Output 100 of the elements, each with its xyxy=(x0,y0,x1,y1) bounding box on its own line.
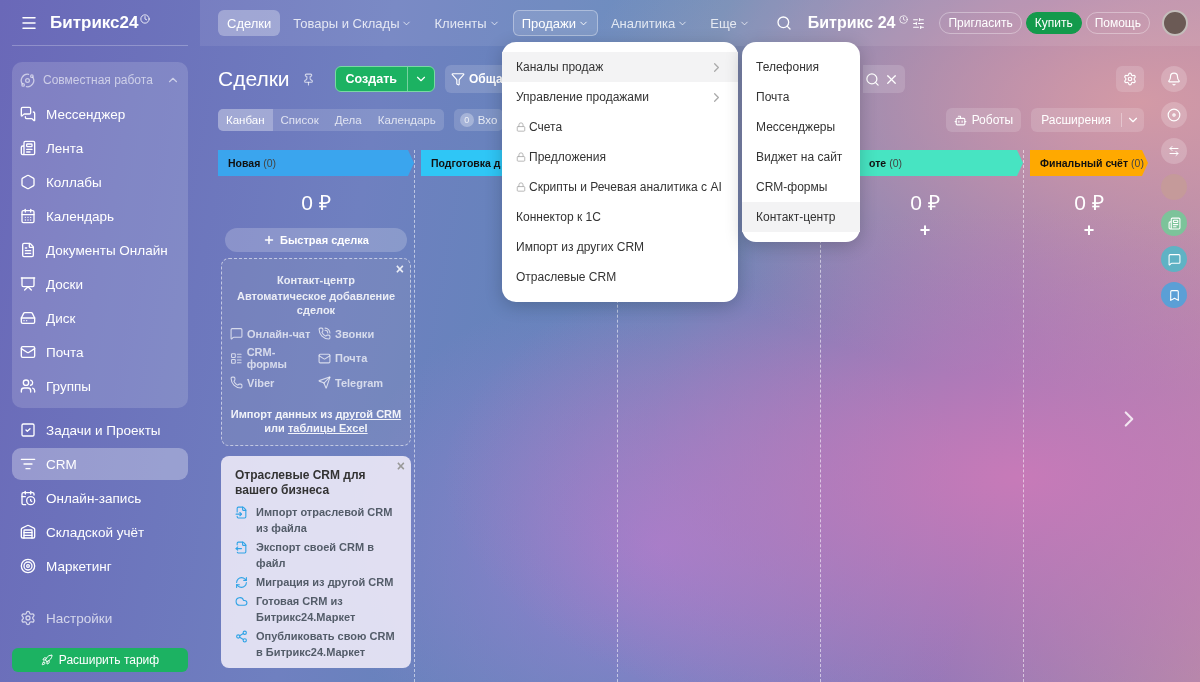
lock-icon xyxy=(516,182,526,192)
chat-bubbles-icon xyxy=(20,106,36,122)
add-deal-button[interactable]: + xyxy=(1079,220,1099,241)
menu-item[interactable]: Предложения xyxy=(502,142,738,172)
sidebar-item[interactable]: Маркетинг xyxy=(12,550,188,582)
card-title: Отраслевые CRM для вашего бизнеса xyxy=(235,468,367,498)
other-crm-link[interactable]: другой CRM xyxy=(335,408,402,420)
settings-item[interactable]: Настройки xyxy=(12,602,188,634)
quick-deal-button[interactable]: Быстрая сделка xyxy=(225,228,407,252)
sidebar-item[interactable]: Задачи и Проекты xyxy=(12,414,188,446)
sidebar-item[interactable]: Лента xyxy=(12,132,188,164)
menu-item[interactable]: Скрипты и Речевая аналитика с AI xyxy=(502,172,738,202)
view-tab[interactable]: Список xyxy=(272,109,327,131)
sliders-icon[interactable] xyxy=(912,16,926,30)
menu-item[interactable]: CRM-формы xyxy=(742,172,860,202)
column-title: Новая xyxy=(228,157,261,169)
page-title: Сделки xyxy=(218,67,290,91)
search-icon[interactable] xyxy=(775,15,792,31)
sidebar-item[interactable]: Диск xyxy=(12,302,188,334)
header-button[interactable]: Купить xyxy=(1025,12,1082,34)
channel-link[interactable]: Онлайн-чат xyxy=(230,327,314,340)
sidebar-item[interactable]: Онлайн-запись xyxy=(12,482,188,514)
share-icon xyxy=(235,630,248,643)
channel-link[interactable]: Telegram xyxy=(318,376,402,389)
counter-filter[interactable]: 0 Вхо xyxy=(453,109,504,131)
chat-icon xyxy=(230,327,243,340)
column-amount: 0 ₽ xyxy=(1074,190,1104,216)
industry-link[interactable]: Опубликовать свою CRM в Битрикс24.Маркет xyxy=(256,628,401,660)
menu-item[interactable]: Мессенджеры xyxy=(742,112,860,142)
menu-item[interactable]: Импорт из других CRM xyxy=(502,232,738,262)
view-tab[interactable]: Календарь xyxy=(369,109,444,131)
file-export-icon xyxy=(235,541,248,554)
robot-icon xyxy=(953,113,967,127)
circle-nodes-icon xyxy=(20,72,35,88)
sidebar-item[interactable]: Доски xyxy=(12,268,188,300)
menu-item[interactable]: Почта xyxy=(742,82,860,112)
view-tab[interactable]: Дела xyxy=(326,109,370,131)
nav-tab[interactable]: Еще xyxy=(701,10,759,36)
upgrade-button[interactable]: Расширить тариф xyxy=(12,648,188,672)
column-count: (0) xyxy=(263,157,277,169)
gear-icon xyxy=(1123,72,1137,86)
counter-label: Вхо xyxy=(477,114,498,126)
search-icon[interactable] xyxy=(865,71,880,87)
excel-link[interactable]: таблицы Excel xyxy=(287,422,368,434)
nav-tab[interactable]: Клиенты xyxy=(425,10,509,36)
sidebar-item[interactable]: Почта xyxy=(12,336,188,368)
sidebar-item[interactable]: Складской учёт xyxy=(12,516,188,548)
funnel-icon xyxy=(20,456,36,472)
card-subtitle: Автоматическое добавление сделок xyxy=(235,289,397,317)
pin-icon[interactable] xyxy=(301,72,315,86)
industry-link[interactable]: Готовая CRM из Битрикс24.Маркет xyxy=(256,593,401,625)
sidebar-item[interactable]: Коллабы xyxy=(12,166,188,198)
lock-icon xyxy=(516,152,526,162)
disc-icon[interactable] xyxy=(1161,102,1187,128)
calendar-icon xyxy=(20,208,36,224)
menu-item[interactable]: Телефония xyxy=(742,52,860,82)
add-deal-button[interactable]: + xyxy=(915,220,935,241)
drive-icon xyxy=(20,310,36,326)
hexagon-icon xyxy=(20,174,36,190)
mail-icon xyxy=(318,351,331,365)
sidebar-item[interactable]: Группы xyxy=(12,370,188,402)
menu-item[interactable]: Счета xyxy=(502,112,738,142)
nav-tab[interactable]: Сделки xyxy=(218,10,281,36)
sidebar-item[interactable]: Мессенджер xyxy=(12,98,188,130)
industry-link[interactable]: Экспорт своей CRM в файл xyxy=(256,539,401,571)
sidebar-item[interactable]: Календарь xyxy=(12,200,188,232)
sidebar-item[interactable]: Документы Онлайн xyxy=(12,234,188,266)
chat-arrows-icon[interactable] xyxy=(1161,138,1187,164)
menu-item[interactable]: Виджет на сайт xyxy=(742,142,860,172)
menu-item[interactable]: Каналы продаж xyxy=(502,52,738,82)
menu-item[interactable]: Контакт-центр xyxy=(742,202,860,232)
sidebar-item[interactable]: CRM xyxy=(12,448,188,480)
robots-button[interactable]: Роботы xyxy=(945,108,1022,132)
extensions-button[interactable]: Расширения xyxy=(1031,113,1122,127)
clock-icon xyxy=(140,13,151,24)
channel-link[interactable]: CRM-формы xyxy=(230,346,314,370)
nav-tab[interactable]: Продажи xyxy=(512,10,598,36)
settings-button[interactable] xyxy=(1116,66,1144,92)
view-tab[interactable]: Канбан xyxy=(218,109,273,131)
nav-tab[interactable]: Товары и Склады xyxy=(284,10,422,36)
cloud-icon xyxy=(235,595,248,608)
menu-item[interactable]: Коннектор к 1С xyxy=(502,202,738,232)
bell-icon[interactable] xyxy=(1161,66,1187,92)
close-button[interactable]: × xyxy=(394,458,407,474)
menu-item[interactable]: Отраслевые CRM xyxy=(502,262,738,292)
channel-link[interactable]: Viber xyxy=(230,376,314,389)
industry-link[interactable]: Импорт отраслевой CRM из файла xyxy=(256,504,401,536)
create-button[interactable]: Создать xyxy=(335,67,408,91)
warehouse-icon xyxy=(20,524,36,540)
paper-plane-icon xyxy=(318,376,331,389)
settings-icon xyxy=(20,610,36,626)
channel-link[interactable]: Звонки xyxy=(318,327,402,340)
industry-link[interactable]: Миграция из другой CRM xyxy=(256,574,394,590)
column-count: (0) xyxy=(1131,157,1144,169)
channel-link[interactable]: Почта xyxy=(318,346,402,370)
nav-tab[interactable]: Аналитика xyxy=(601,10,698,36)
sync-icon xyxy=(235,576,248,589)
group-label[interactable]: Совместная работа xyxy=(43,73,158,87)
column-amount: 0 ₽ xyxy=(301,190,331,216)
close-button[interactable]: × xyxy=(393,261,406,277)
